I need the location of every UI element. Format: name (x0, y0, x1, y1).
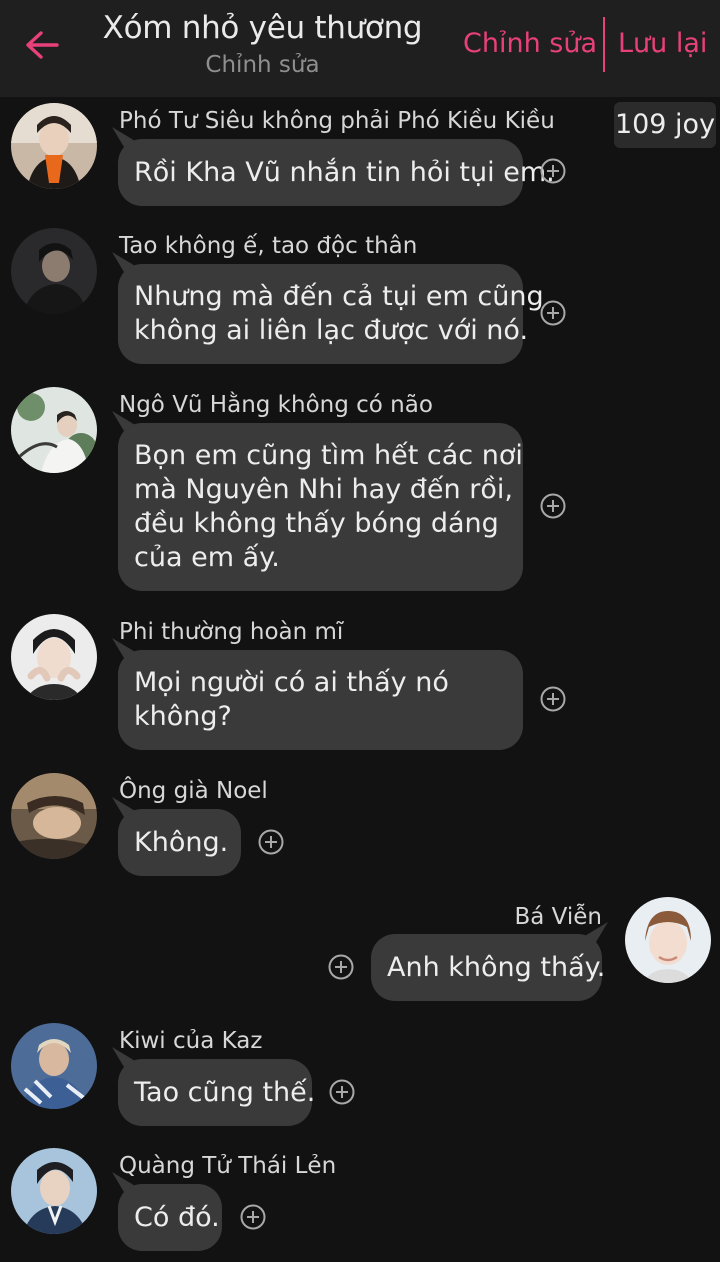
add-reaction-icon[interactable] (327, 953, 355, 981)
sender-name: Phi thường hoàn mĩ (119, 619, 344, 645)
message-bubble[interactable]: Nhưng mà đến cả tụi em cũng không ai liê… (118, 264, 544, 364)
avatar[interactable] (11, 387, 97, 473)
edit-button[interactable]: Chỉnh sửa (463, 28, 597, 59)
message-text: Mọi người có ai thấy nó (134, 667, 449, 698)
back-arrow-icon (26, 31, 59, 59)
add-reaction-icon[interactable] (257, 828, 285, 856)
message-bubble[interactable]: Rồi Kha Vũ nhắn tin hỏi tụi em. (118, 139, 555, 206)
add-reaction-icon[interactable] (328, 1078, 356, 1106)
add-reaction-icon[interactable] (539, 299, 567, 327)
message-bubble[interactable]: Anh không thấy. (371, 934, 606, 1001)
title-block: Xóm nhỏ yêu thương Chỉnh sửa (100, 10, 425, 78)
sender-name: Kiwi của Kaz (119, 1028, 263, 1054)
save-button[interactable]: Lưu lại (618, 28, 707, 59)
top-bar: Xóm nhỏ yêu thương Chỉnh sửa Chỉnh sửa L… (0, 0, 720, 97)
joy-badge: 109 joy (614, 102, 716, 148)
avatar[interactable] (11, 773, 97, 859)
message-text: của em ấy. (134, 542, 280, 573)
message-text: Anh không thấy. (387, 951, 606, 983)
avatar[interactable] (11, 1148, 97, 1234)
message-text: Có đó. (134, 1201, 220, 1233)
sender-name: Tao không ế, tao độc thân (119, 233, 418, 259)
back-button[interactable] (14, 20, 70, 70)
message-text: đều không thấy bóng dáng (134, 508, 499, 539)
add-reaction-icon[interactable] (539, 157, 567, 185)
avatar[interactable] (11, 614, 97, 700)
message-bubble[interactable]: Có đó. (118, 1184, 222, 1251)
sender-name: Quàng Tử Thái Lẻn (119, 1153, 337, 1179)
chat-title: Xóm nhỏ yêu thương (102, 10, 423, 46)
message-text: Tao cũng thế. (134, 1076, 316, 1108)
message-bubble[interactable]: Không. (118, 809, 241, 876)
chat-subtitle: Chỉnh sửa (205, 52, 320, 78)
message-text: Rồi Kha Vũ nhắn tin hỏi tụi em. (134, 156, 555, 188)
avatar[interactable] (11, 103, 97, 189)
message-bubble[interactable]: Mọi người có ai thấy nó không? (118, 650, 523, 750)
add-reaction-icon[interactable] (239, 1203, 267, 1231)
sender-name: Bá Viễn (514, 904, 602, 930)
message-text: Nhưng mà đến cả tụi em cũng (134, 281, 544, 312)
message-text: Không. (134, 826, 229, 858)
message-text: Bọn em cũng tìm hết các nơi (134, 440, 523, 471)
message-text: không ai liên lạc được với nó. (134, 315, 529, 346)
message-text: không? (134, 701, 232, 732)
sender-name: Ông già Noel (119, 778, 268, 804)
message-bubble[interactable]: Bọn em cũng tìm hết các nơi mà Nguyên Nh… (118, 423, 523, 591)
add-reaction-icon[interactable] (539, 492, 567, 520)
add-reaction-icon[interactable] (539, 685, 567, 713)
sender-name: Phó Tư Siêu không phải Phó Kiều Kiều (119, 108, 555, 134)
message-text: mà Nguyên Nhi hay đến rồi, (134, 474, 513, 505)
message-bubble[interactable]: Tao cũng thế. (118, 1059, 316, 1126)
divider (603, 17, 605, 72)
avatar[interactable] (625, 897, 711, 983)
avatar[interactable] (11, 228, 97, 314)
avatar[interactable] (11, 1023, 97, 1109)
sender-name: Ngô Vũ Hằng không có não (119, 392, 433, 418)
